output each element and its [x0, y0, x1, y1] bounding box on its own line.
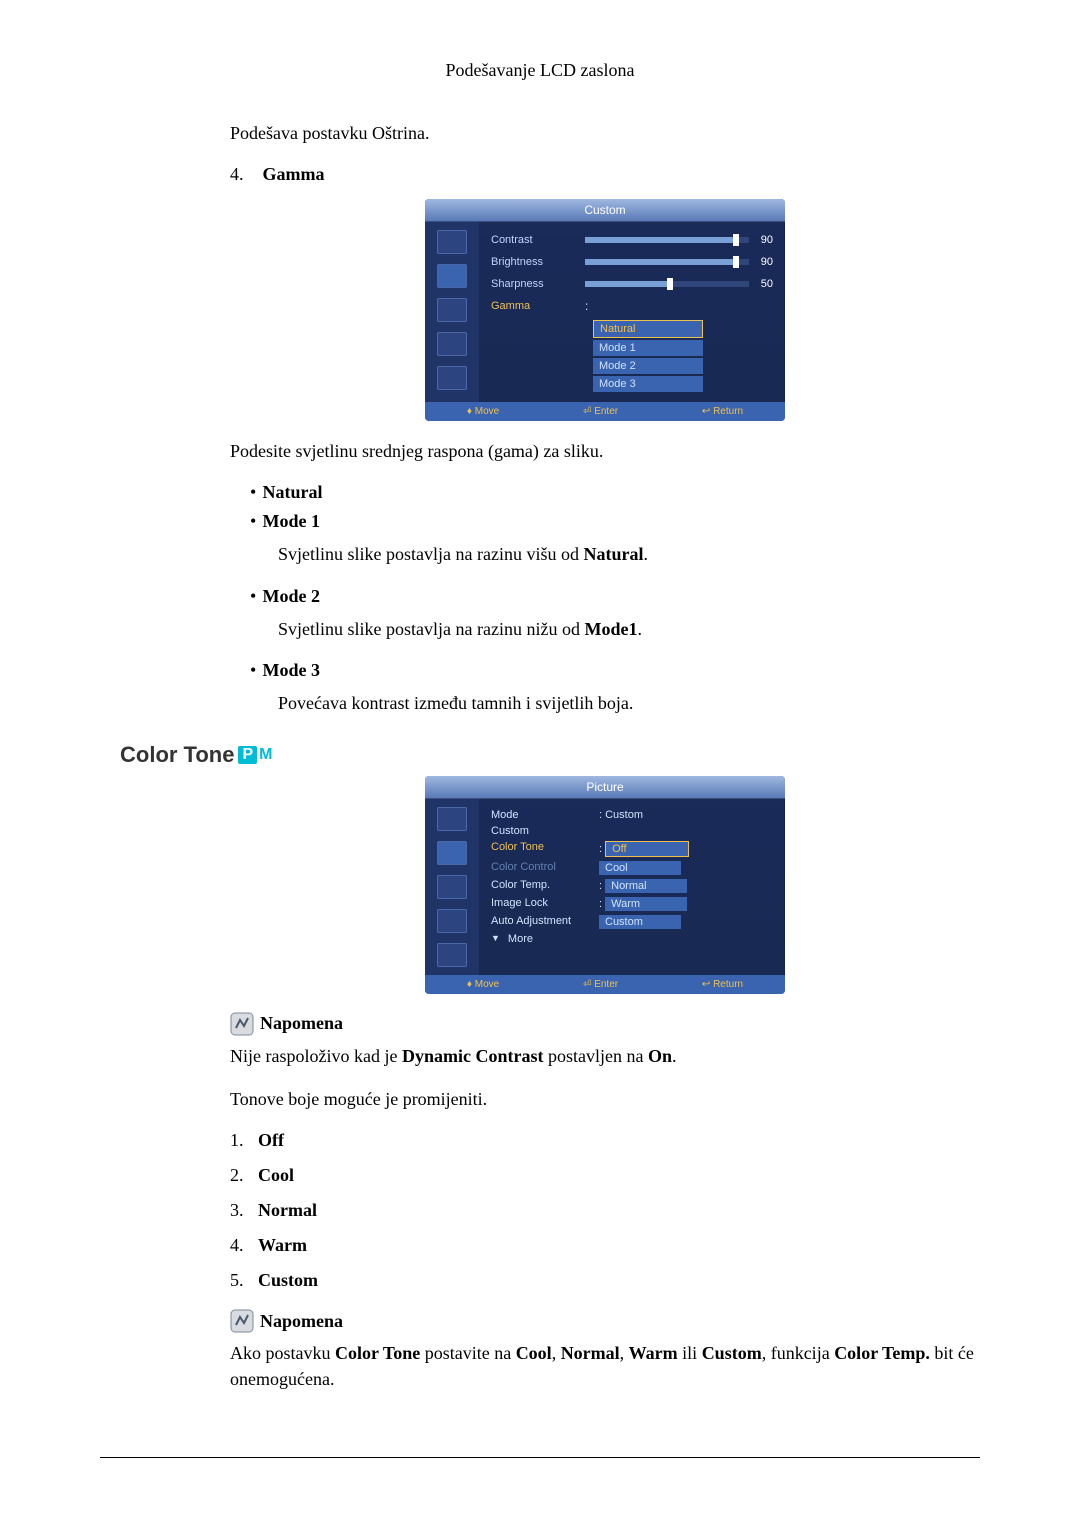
- osd-opt-mode1: Mode 1: [593, 340, 703, 356]
- bullet-mode3: • Mode 3: [230, 660, 980, 681]
- osd2-footer-enter: ⏎ Enter: [583, 979, 618, 990]
- page-header: Podešavanje LCD zaslona: [100, 60, 980, 81]
- osd-title: Custom: [425, 199, 785, 222]
- footer-rule: [100, 1457, 980, 1458]
- side-icon-5b: [437, 943, 467, 967]
- osd-footer-enter: ⏎ Enter: [583, 406, 618, 417]
- osd2-row-colortone: Color Tone : Off: [491, 841, 773, 857]
- osd-value-sharpness: 50: [755, 278, 773, 290]
- content-body: Podešava postavku Oštrina. 4. Gamma Cust…: [230, 121, 980, 716]
- osd-opt-mode2: Mode 2: [593, 358, 703, 374]
- mode2-desc: Svjetlinu slike postavlja na razinu nižu…: [278, 617, 980, 642]
- bullet-mode2: • Mode 2: [230, 586, 980, 607]
- gamma-after-osd: Podesite svjetlinu srednjeg raspona (gam…: [230, 439, 980, 464]
- ct-item-3: 3.Normal: [230, 1200, 980, 1221]
- osd-label-brightness: Brightness: [491, 256, 577, 268]
- osd-sidebar: [425, 222, 479, 402]
- osd2-row-mode: Mode : Custom: [491, 809, 773, 821]
- osd2-main: Mode : Custom Custom Color Tone : Off Co…: [479, 799, 785, 975]
- color-tone-body: Picture Mode : Custom Custom: [230, 776, 980, 1392]
- osd2-footer-move: ♦ Move: [467, 979, 499, 990]
- osd-footer: ♦ Move ⏎ Enter ↩ Return: [425, 402, 785, 421]
- osd-main: Contrast 90 Brightness 90: [479, 222, 785, 402]
- side-icon-2: [437, 264, 467, 288]
- osd-row-gamma: Gamma :: [491, 298, 773, 314]
- note1-label: Napomena: [260, 1013, 343, 1034]
- bullet-natural-label: Natural: [263, 482, 323, 502]
- color-tone-title: Color Tone: [120, 742, 234, 768]
- mode3-desc: Povećava kontrast između tamnih i svijet…: [278, 691, 980, 716]
- osd-slider-contrast: 90: [585, 234, 773, 246]
- intro-paragraph: Podešava postavku Oštrina.: [230, 121, 980, 146]
- osd-label-sharpness: Sharpness: [491, 278, 577, 290]
- side-icon-3b: [437, 875, 467, 899]
- note-icon-2: [230, 1309, 254, 1333]
- colortone-para2: Tonove boje moguće je promijeniti.: [230, 1087, 980, 1112]
- ct-item-2: 2.Cool: [230, 1165, 980, 1186]
- osd2-row-custom: Custom: [491, 825, 773, 837]
- osd-value-contrast: 90: [755, 234, 773, 246]
- note-2: Napomena: [230, 1309, 980, 1333]
- osd-label-gamma: Gamma: [491, 300, 577, 312]
- gamma-heading: 4. Gamma: [230, 164, 980, 185]
- mode1-desc: Svjetlinu slike postavlja na razinu višu…: [278, 542, 980, 567]
- note2-text: Ako postavku Color Tone postavite na Coo…: [230, 1341, 980, 1391]
- osd-footer-move: ♦ Move: [467, 406, 499, 417]
- osd-opt-mode3: Mode 3: [593, 376, 703, 392]
- osd-body: Contrast 90 Brightness 90: [425, 222, 785, 402]
- side-icon-4b: [437, 909, 467, 933]
- osd2-footer-return: ↩ Return: [702, 979, 743, 990]
- side-icon-1b: [437, 807, 467, 831]
- ct-item-4: 4.Warm: [230, 1235, 980, 1256]
- osd-row-brightness: Brightness 90: [491, 254, 773, 270]
- note-icon: [230, 1012, 254, 1036]
- note-1: Napomena: [230, 1012, 980, 1036]
- bullet-mode1: • Mode 1: [230, 511, 980, 532]
- osd-label-contrast: Contrast: [491, 234, 577, 246]
- side-icon-4: [437, 332, 467, 356]
- colortone-osd: Picture Mode : Custom Custom: [425, 776, 785, 994]
- osd-opt-natural: Natural: [593, 320, 703, 338]
- osd2-body: Mode : Custom Custom Color Tone : Off Co…: [425, 799, 785, 975]
- bullet-mode1-label: Mode 1: [263, 511, 321, 531]
- osd-footer-return: ↩ Return: [702, 406, 743, 417]
- side-icon-1: [437, 230, 467, 254]
- osd-slider-sharpness: 50: [585, 278, 773, 290]
- note1-text: Nije raspoloživo kad je Dynamic Contrast…: [230, 1044, 980, 1069]
- osd-gamma-options: Natural Mode 1 Mode 2 Mode 3: [593, 320, 703, 392]
- side-icon-5: [437, 366, 467, 390]
- osd-row-contrast: Contrast 90: [491, 232, 773, 248]
- color-tone-heading: Color Tone PM: [120, 742, 980, 768]
- badge-icon: PM: [238, 746, 274, 764]
- side-icon-2b: [437, 841, 467, 865]
- bullet-mode3-label: Mode 3: [263, 660, 321, 680]
- gamma-osd: Custom Contrast 90: [425, 199, 785, 421]
- osd2-row-colorcontrol: Color Control Cool: [491, 861, 773, 875]
- note2-label: Napomena: [260, 1311, 343, 1332]
- gamma-title: Gamma: [263, 164, 325, 184]
- side-icon-3: [437, 298, 467, 322]
- osd2-title: Picture: [425, 776, 785, 799]
- bullet-natural: • Natural: [230, 482, 980, 503]
- osd2-sidebar: [425, 799, 479, 975]
- bullet-mode2-label: Mode 2: [263, 586, 321, 606]
- osd-row-sharpness: Sharpness 50: [491, 276, 773, 292]
- osd2-row-colortemp: Color Temp. : Normal: [491, 879, 773, 893]
- osd2-row-more: More: [491, 933, 773, 945]
- osd2-row-imagelock: Image Lock : Warm: [491, 897, 773, 911]
- badge-m: M: [257, 746, 274, 764]
- ct-item-5: 5.Custom: [230, 1270, 980, 1291]
- osd2-footer: ♦ Move ⏎ Enter ↩ Return: [425, 975, 785, 994]
- ct-item-1: 1.Off: [230, 1130, 980, 1151]
- osd2-row-autoadj: Auto Adjustment Custom: [491, 915, 773, 929]
- page: Podešavanje LCD zaslona Podešava postavk…: [0, 0, 1080, 1527]
- osd-slider-brightness: 90: [585, 256, 773, 268]
- badge-p: P: [238, 746, 257, 764]
- osd-value-brightness: 90: [755, 256, 773, 268]
- gamma-number: 4.: [230, 164, 258, 185]
